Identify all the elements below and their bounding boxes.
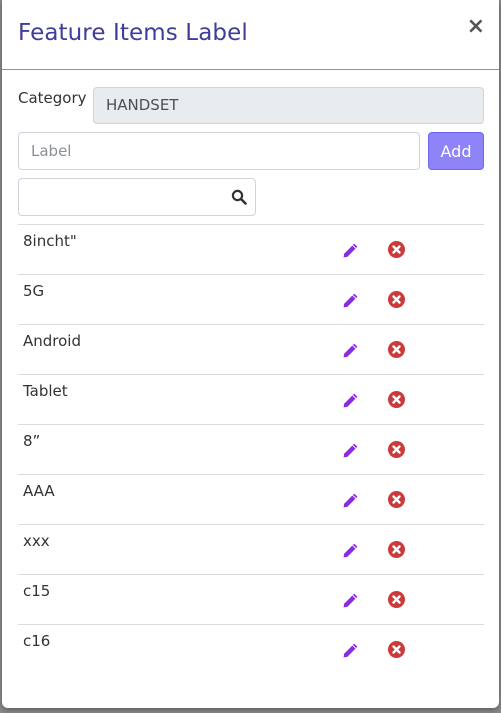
feature-items-list: 8incht" 5G Android Tablet 8” AAA xxx c15… [18, 224, 484, 674]
item-label: Tablet [23, 382, 68, 400]
pencil-icon[interactable] [342, 342, 359, 359]
list-item: 8incht" [18, 224, 484, 274]
delete-circle-x-icon[interactable] [388, 241, 405, 258]
pencil-icon[interactable] [342, 542, 359, 559]
list-item: c15 [18, 574, 484, 624]
delete-circle-x-icon[interactable] [388, 541, 405, 558]
item-label: 8” [23, 432, 41, 450]
list-item: Tablet [18, 374, 484, 424]
item-label: 8incht" [23, 232, 77, 250]
item-label: AAA [23, 482, 55, 500]
category-field: HANDSET [93, 87, 484, 124]
pencil-icon[interactable] [342, 592, 359, 609]
item-label: c15 [23, 582, 51, 600]
pencil-icon[interactable] [342, 242, 359, 259]
pencil-icon[interactable] [342, 442, 359, 459]
list-item: c16 [18, 624, 484, 674]
add-button[interactable]: Add [428, 132, 484, 170]
search-field[interactable] [18, 178, 256, 216]
pencil-icon[interactable] [342, 492, 359, 509]
delete-circle-x-icon[interactable] [388, 441, 405, 458]
delete-circle-x-icon[interactable] [388, 391, 405, 408]
label-input[interactable] [18, 132, 420, 170]
delete-circle-x-icon[interactable] [388, 491, 405, 508]
modal-header: Feature Items Label × [2, 0, 499, 70]
delete-circle-x-icon[interactable] [388, 591, 405, 608]
delete-circle-x-icon[interactable] [388, 291, 405, 308]
item-label: xxx [23, 532, 50, 550]
list-item: xxx [18, 524, 484, 574]
feature-items-modal: Feature Items Label × Category HANDSET A… [2, 0, 499, 708]
category-label: Category [18, 89, 87, 107]
delete-circle-x-icon[interactable] [388, 341, 405, 358]
close-icon[interactable]: × [467, 16, 485, 38]
item-label: c16 [23, 632, 51, 650]
item-label: 5G [23, 282, 45, 300]
delete-circle-x-icon[interactable] [388, 641, 405, 658]
list-item: 5G [18, 274, 484, 324]
list-item: 8” [18, 424, 484, 474]
pencil-icon[interactable] [342, 292, 359, 309]
search-icon[interactable] [231, 189, 247, 205]
pencil-icon[interactable] [342, 392, 359, 409]
item-label: Android [23, 332, 81, 350]
modal-body: Category HANDSET Add 8incht" 5G [18, 70, 485, 708]
list-item: Android [18, 324, 484, 374]
pencil-icon[interactable] [342, 642, 359, 659]
search-input[interactable] [23, 180, 227, 216]
list-item: AAA [18, 474, 484, 524]
modal-title: Feature Items Label [18, 20, 248, 46]
